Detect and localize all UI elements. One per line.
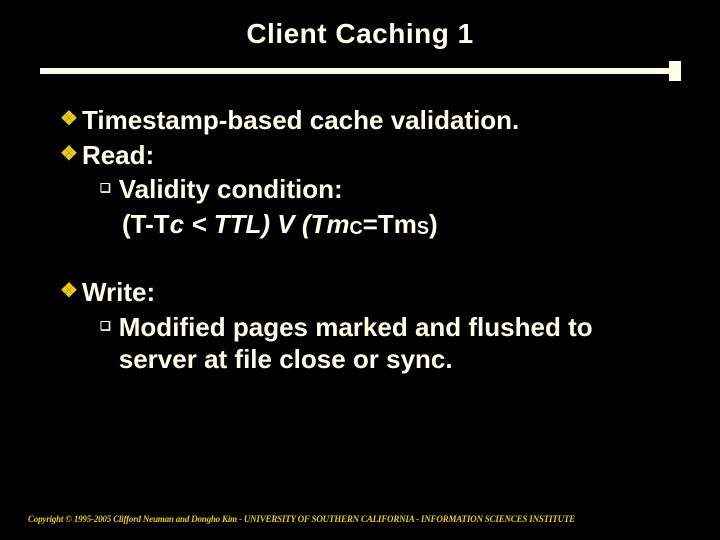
formula-line: (T-Tc < TTL) V (TmC=TmS) xyxy=(122,208,670,241)
diamond-bullet-icon: ❖ xyxy=(60,104,78,134)
diamond-bullet-icon: ❖ xyxy=(60,276,78,306)
slide: Client Caching 1 ❖ Timestamp-based cache… xyxy=(0,0,720,540)
square-bullet-icon: ❑ xyxy=(100,173,111,203)
title-rule xyxy=(40,68,680,74)
formula-subscript: C xyxy=(350,218,363,238)
bullet-text: Timestamp-based cache validation. xyxy=(82,104,670,137)
slide-content: ❖ Timestamp-based cache validation. ❖ Re… xyxy=(60,104,670,376)
formula-part: (T-T xyxy=(122,209,170,239)
diamond-bullet-icon: ❖ xyxy=(60,139,78,169)
bullet-item: ❖ Read: xyxy=(60,139,670,172)
formula-part: < TTL) V (Tm xyxy=(184,209,349,239)
formula-italic: c xyxy=(170,209,184,239)
copyright-footer: Copyright © 1995-2005 Clifford Neuman an… xyxy=(28,514,575,524)
slide-title: Client Caching 1 xyxy=(0,0,720,50)
formula-subscript: S xyxy=(417,218,429,238)
sub-bullet-item: ❑ Modified pages marked and flushed to s… xyxy=(100,311,670,376)
bullet-text: Read: xyxy=(82,139,670,172)
formula-part: ) xyxy=(429,209,438,239)
bullet-item: ❖ Write: xyxy=(60,276,670,309)
sub-bullet-text: Validity condition: xyxy=(119,173,670,206)
square-bullet-icon: ❑ xyxy=(100,311,111,341)
formula-part: =Tm xyxy=(363,209,417,239)
bullet-text: Write: xyxy=(82,276,670,309)
sub-bullet-item: ❑ Validity condition: xyxy=(100,173,670,206)
bullet-item: ❖ Timestamp-based cache validation. xyxy=(60,104,670,137)
sub-bullet-text: Modified pages marked and flushed to ser… xyxy=(119,311,670,376)
